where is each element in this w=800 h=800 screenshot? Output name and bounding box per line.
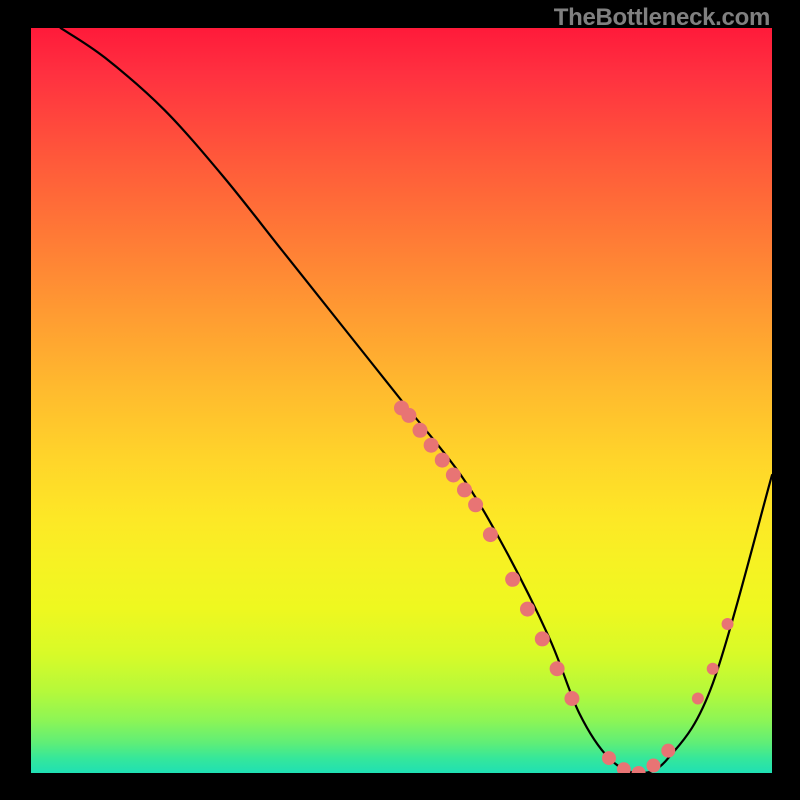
data-marker [646,759,660,773]
data-marker [446,468,461,483]
chart-svg [31,28,772,773]
data-marker [617,762,631,773]
markers-bottom [602,744,675,773]
watermark-text: TheBottleneck.com [554,4,770,32]
data-marker [520,602,535,617]
data-marker [661,744,675,758]
data-marker [535,631,550,646]
data-marker [457,482,472,497]
data-marker [564,691,579,706]
markers-ascending [692,618,734,705]
data-marker [550,661,565,676]
data-marker [468,497,483,512]
data-marker [505,572,520,587]
data-marker [424,438,439,453]
markers-descending [394,400,579,706]
data-marker [435,453,450,468]
data-marker [707,663,719,675]
data-marker [413,423,428,438]
data-marker [692,693,704,705]
data-marker [602,751,616,765]
bottleneck-curve [61,28,772,773]
data-marker [483,527,498,542]
data-marker [632,766,646,773]
data-marker [722,618,734,630]
data-marker [401,408,416,423]
plot-area [31,28,772,773]
